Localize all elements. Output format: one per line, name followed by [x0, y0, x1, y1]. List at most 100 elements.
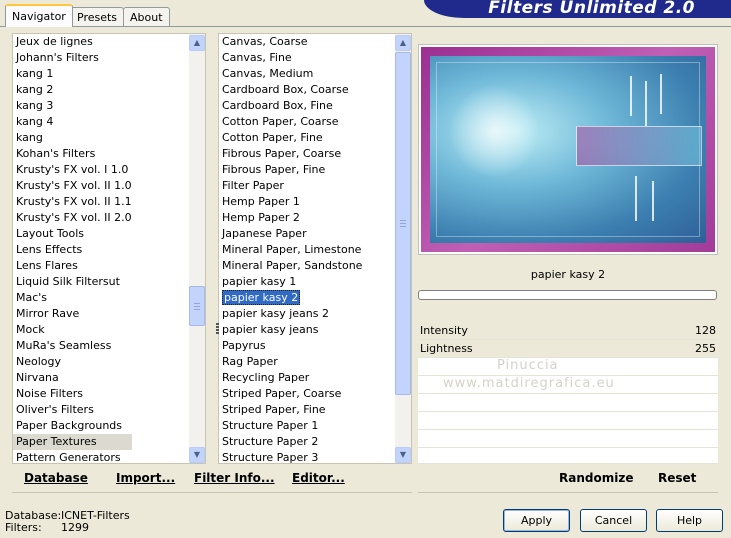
category-item[interactable]: Lens Flares	[13, 258, 132, 274]
item-label: Cardboard Box, Coarse	[222, 83, 349, 96]
tab-about[interactable]: About	[123, 7, 170, 26]
filter-item[interactable]: Rag Paper	[219, 354, 362, 370]
filter-list[interactable]: Canvas, Coarse Canvas, Fine Canvas, Medium…	[218, 33, 412, 464]
filter-item[interactable]: Cotton Paper, Coarse	[219, 114, 362, 130]
category-item[interactable]: kang 3	[13, 98, 132, 114]
category-item[interactable]: Mac's	[13, 290, 132, 306]
filter-item[interactable]: Canvas, Coarse	[219, 34, 362, 50]
category-item[interactable]: Noise Filters	[13, 386, 132, 402]
filter-item[interactable]: Papyrus	[219, 338, 362, 354]
database-button[interactable]: Database	[24, 471, 88, 485]
param-row-lightness[interactable]: Lightness 255	[418, 340, 718, 358]
tab-strip-line	[0, 26, 731, 27]
filter-item[interactable]: Fibrous Paper, Fine	[219, 162, 362, 178]
category-list[interactable]: Jeux de lignes Johann's Filters kang 1 kang…	[12, 33, 206, 464]
category-item[interactable]: Paper Backgrounds	[13, 418, 132, 434]
tab-navigator[interactable]: Navigator	[5, 4, 73, 27]
filter-item[interactable]: Mineral Paper, Sandstone	[219, 258, 362, 274]
category-item[interactable]: Paper Textures	[13, 434, 132, 450]
category-item[interactable]: kang	[13, 130, 132, 146]
category-item[interactable]: Neology	[13, 354, 132, 370]
parameter-panel[interactable]: Intensity 128 Lightness 255	[418, 322, 718, 464]
category-item[interactable]: Krusty's FX vol. II 2.0	[13, 210, 132, 226]
filter-item[interactable]: Structure Paper 1	[219, 418, 362, 434]
category-item[interactable]: kang 4	[13, 114, 132, 130]
category-item[interactable]: Mirror Rave	[13, 306, 132, 322]
filter-item[interactable]: Structure Paper 2	[219, 434, 362, 450]
filter-item[interactable]: Cotton Paper, Fine	[219, 130, 362, 146]
item-label: Fibrous Paper, Fine	[222, 163, 326, 176]
tab-presets[interactable]: Presets	[70, 7, 125, 26]
category-item[interactable]: Kohan's Filters	[13, 146, 132, 162]
scroll-up-icon[interactable]: ▲	[395, 35, 411, 51]
category-item[interactable]: Krusty's FX vol. II 1.0	[13, 178, 132, 194]
item-label: Krusty's FX vol. II 2.0	[16, 211, 132, 224]
current-filter-name: papier kasy 2	[530, 268, 606, 281]
category-item[interactable]: Liquid Silk Filtersut	[13, 274, 132, 290]
item-label: papier kasy 2	[222, 290, 301, 305]
category-item[interactable]: Lens Effects	[13, 242, 132, 258]
filter-item[interactable]: Recycling Paper	[219, 370, 362, 386]
category-item[interactable]: kang 1	[13, 66, 132, 82]
item-label: kang	[16, 131, 43, 144]
filter-item[interactable]: Filter Paper	[219, 178, 362, 194]
filter-item[interactable]: Structure Paper 3	[219, 450, 362, 463]
item-label: papier kasy 1	[222, 275, 297, 288]
category-item[interactable]: Nirvana	[13, 370, 132, 386]
filter-item[interactable]: Mineral Paper, Limestone	[219, 242, 362, 258]
filter-item[interactable]: Hemp Paper 2	[219, 210, 362, 226]
item-label: Cotton Paper, Fine	[222, 131, 323, 144]
apply-button[interactable]: Apply	[503, 509, 570, 532]
scroll-down-icon[interactable]: ▼	[189, 447, 205, 463]
category-item[interactable]: Krusty's FX vol. II 1.1	[13, 194, 132, 210]
filter-scrollbar[interactable]: ▲ ▼	[395, 34, 411, 463]
splitter-grip-icon[interactable]	[216, 323, 219, 335]
category-item[interactable]: Johann's Filters	[13, 50, 132, 66]
filter-item[interactable]: Cardboard Box, Coarse	[219, 82, 362, 98]
help-button[interactable]: Help	[656, 509, 723, 532]
filters-label: Filters:	[5, 521, 42, 534]
filter-item[interactable]: Japanese Paper	[219, 226, 362, 242]
filter-item[interactable]: Canvas, Medium	[219, 66, 362, 82]
param-row-intensity[interactable]: Intensity 128	[418, 322, 718, 340]
reset-button[interactable]: Reset	[658, 471, 696, 485]
filter-item[interactable]: Striped Paper, Fine	[219, 402, 362, 418]
category-item[interactable]: Jeux de lignes	[13, 34, 132, 50]
cancel-button[interactable]: Cancel	[580, 509, 647, 532]
item-label: Rag Paper	[222, 355, 278, 368]
filter-item[interactable]: Fibrous Paper, Coarse	[219, 146, 362, 162]
scroll-down-icon[interactable]: ▼	[395, 447, 411, 463]
item-label: Structure Paper 2	[222, 435, 319, 448]
filter-item[interactable]: papier kasy jeans 2	[219, 306, 362, 322]
filter-item[interactable]: papier kasy 1	[219, 274, 362, 290]
scroll-thumb[interactable]	[395, 52, 411, 395]
filter-item[interactable]: Hemp Paper 1	[219, 194, 362, 210]
category-item[interactable]: MuRa's Seamless	[13, 338, 132, 354]
item-label: Canvas, Fine	[222, 51, 292, 64]
category-item[interactable]: Pattern Generators	[13, 450, 132, 463]
category-scrollbar[interactable]: ▲ ▼	[189, 34, 205, 463]
item-label: Striped Paper, Coarse	[222, 387, 342, 400]
filter-item[interactable]: Striped Paper, Coarse	[219, 386, 362, 402]
filter-item[interactable]: Cardboard Box, Fine	[219, 98, 362, 114]
filter-item[interactable]: Canvas, Fine	[219, 50, 362, 66]
filter-item[interactable]: papier kasy 2	[219, 290, 362, 306]
item-label: papier kasy jeans	[222, 323, 319, 336]
item-label: Krusty's FX vol. I 1.0	[16, 163, 129, 176]
item-label: Nirvana	[16, 371, 59, 384]
item-label: Cotton Paper, Coarse	[222, 115, 339, 128]
filter-info-button[interactable]: Filter Info...	[194, 471, 275, 485]
randomize-button[interactable]: Randomize	[559, 471, 633, 485]
item-label: Kohan's Filters	[16, 147, 96, 160]
category-item[interactable]: Layout Tools	[13, 226, 132, 242]
category-item[interactable]: kang 2	[13, 82, 132, 98]
category-item[interactable]: Oliver's Filters	[13, 402, 132, 418]
filter-item[interactable]: papier kasy jeans	[219, 322, 362, 338]
category-item[interactable]: Mock	[13, 322, 132, 338]
scroll-thumb[interactable]	[189, 286, 205, 326]
import-button[interactable]: Import...	[116, 471, 175, 485]
editor-button[interactable]: Editor...	[292, 471, 345, 485]
scroll-up-icon[interactable]: ▲	[189, 35, 205, 51]
category-item[interactable]: Krusty's FX vol. I 1.0	[13, 162, 132, 178]
item-label: Canvas, Coarse	[222, 35, 308, 48]
